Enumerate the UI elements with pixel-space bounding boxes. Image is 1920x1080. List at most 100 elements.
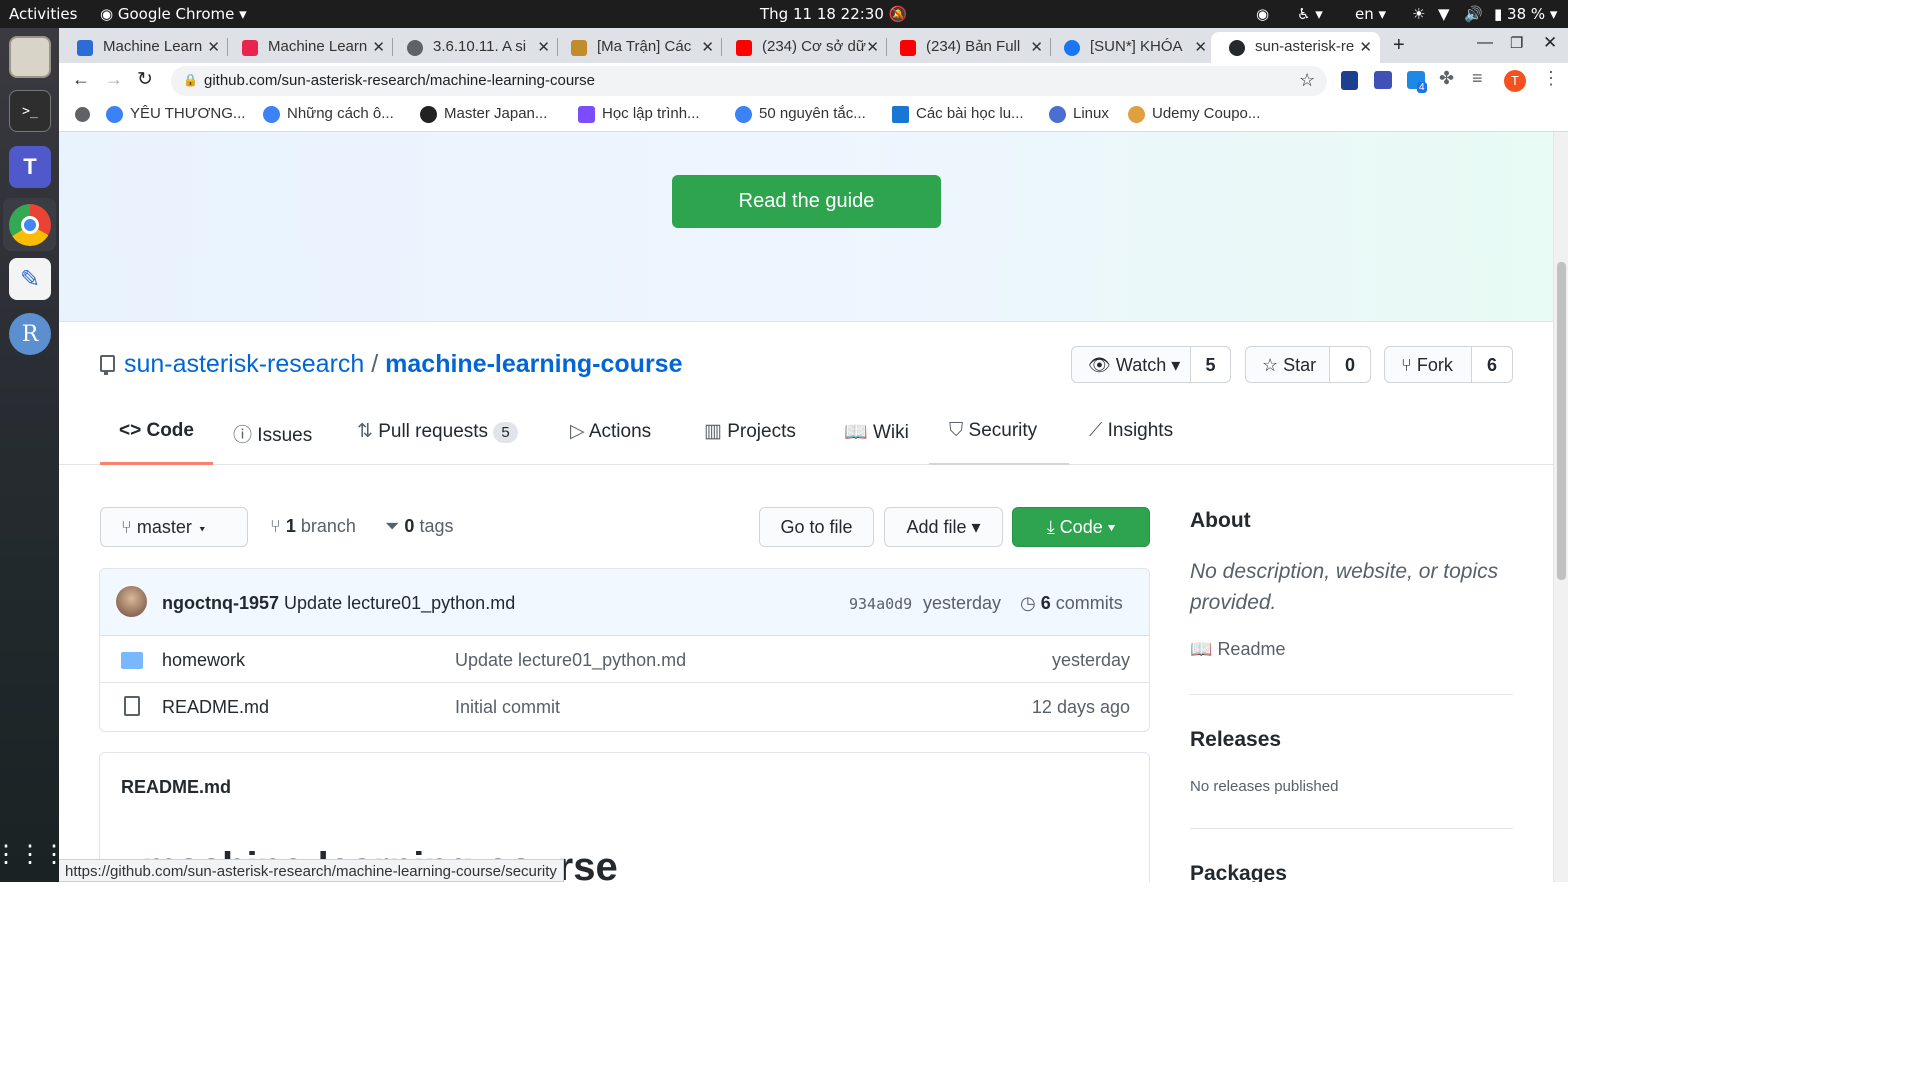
restore-icon[interactable]: ❐: [1510, 34, 1523, 52]
table-row[interactable]: README.md Initial commit 12 days ago: [100, 684, 1149, 731]
volume-icon[interactable]: 🔊: [1464, 5, 1483, 23]
commit-message[interactable]: Update lecture01_python.md: [284, 593, 515, 613]
close-tab-icon[interactable]: ✕: [372, 38, 385, 56]
browser-tab[interactable]: 3.6.10.11. A si ✕: [389, 32, 558, 63]
repo-name-link[interactable]: machine-learning-course: [385, 350, 682, 378]
tab-pull-requests[interactable]: ⇅ Pull requests 5: [357, 420, 518, 443]
commits-link[interactable]: ◷ 6 commits: [1020, 593, 1123, 614]
puzzle-icon[interactable]: ✤: [1439, 68, 1454, 89]
file-commit-message[interactable]: Update lecture01_python.md: [455, 650, 686, 671]
bookmark-item[interactable]: YÊU THƯƠNG...: [106, 105, 245, 123]
releases-heading[interactable]: Releases: [1190, 728, 1281, 752]
minimize-icon[interactable]: —: [1477, 34, 1493, 52]
close-tab-icon[interactable]: ✕: [1359, 38, 1372, 56]
branches-link[interactable]: ⑂ 1 branch: [270, 516, 356, 537]
bookmark-item[interactable]: 50 nguyên tắc...: [735, 105, 866, 123]
browser-tab-active[interactable]: sun-asterisk-re ✕: [1211, 32, 1380, 63]
tab-wiki[interactable]: 📖 Wiki: [844, 420, 909, 444]
branch-selector[interactable]: ⑂ master ▾: [100, 507, 248, 547]
tab-actions[interactable]: ▷ Actions: [570, 420, 651, 443]
fork-count[interactable]: 6: [1471, 346, 1513, 383]
extension-icon[interactable]: [1341, 71, 1358, 90]
close-tab-icon[interactable]: ✕: [1194, 38, 1207, 56]
star-count[interactable]: 0: [1329, 346, 1371, 383]
file-name-link[interactable]: homework: [162, 650, 245, 671]
back-icon[interactable]: ←: [72, 69, 90, 90]
commit-sha[interactable]: 934a0d9: [849, 595, 912, 613]
close-tab-icon[interactable]: ✕: [207, 38, 220, 56]
tab-insights[interactable]: ⟋ Insights: [1089, 420, 1173, 442]
chrome-tray-icon[interactable]: ◉: [1256, 5, 1269, 23]
repo-owner-link[interactable]: sun-asterisk-research: [124, 350, 364, 378]
packages-heading[interactable]: Packages: [1190, 862, 1287, 882]
battery-indicator[interactable]: ▮ 38 % ▾: [1494, 5, 1557, 23]
show-apps-icon[interactable]: ⋮⋮⋮: [0, 833, 66, 875]
browser-tab[interactable]: Machine Learn ✕: [224, 32, 393, 63]
new-tab-icon[interactable]: +: [1393, 34, 1405, 57]
browser-tab[interactable]: (234) Bản Full ✕: [882, 32, 1051, 63]
bookmark-item[interactable]: Udemy Coupo...: [1128, 105, 1260, 123]
tags-link[interactable]: ⏷ 0 tags: [385, 516, 453, 537]
browser-tab[interactable]: [SUN*] KHÓA ✕: [1046, 32, 1215, 63]
bookmark-favicon-icon: [578, 106, 595, 123]
bookmark-item[interactable]: Những cách ô...: [263, 105, 394, 123]
teams-icon[interactable]: T: [9, 146, 51, 188]
bookmark-star-icon[interactable]: ☆: [1299, 70, 1315, 91]
lock-icon[interactable]: 🔒: [183, 73, 198, 87]
close-tab-icon[interactable]: ✕: [537, 38, 550, 56]
tab-favicon: [407, 40, 423, 56]
text-editor-icon[interactable]: ✎: [9, 258, 51, 300]
forward-icon[interactable]: →: [105, 69, 123, 90]
watch-count[interactable]: 5: [1190, 346, 1231, 383]
extension-icon[interactable]: [1374, 71, 1392, 89]
terminal-icon[interactable]: >_: [9, 90, 51, 132]
brightness-icon[interactable]: ☀: [1412, 5, 1425, 23]
media-control-icon[interactable]: ≡: [1472, 68, 1483, 89]
browser-tab[interactable]: Machine Learn ✕: [59, 32, 228, 63]
commit-author[interactable]: ngoctnq-1957: [162, 593, 279, 613]
table-row[interactable]: homework Update lecture01_python.md yest…: [100, 637, 1149, 683]
tab-issues[interactable]: ⓘ Issues: [233, 420, 312, 447]
go-to-file-button[interactable]: Go to file: [759, 507, 874, 547]
readme-link[interactable]: 📖 Readme: [1190, 639, 1285, 660]
chrome-icon[interactable]: [9, 204, 51, 246]
language-menu[interactable]: en ▾: [1355, 5, 1386, 23]
code-download-button[interactable]: ⤓ Code ▾: [1012, 507, 1150, 547]
file-name-link[interactable]: README.md: [162, 697, 269, 718]
tab-code[interactable]: <> Code: [119, 420, 194, 442]
file-commit-message[interactable]: Initial commit: [455, 697, 560, 718]
wifi-icon[interactable]: ▼: [1438, 5, 1450, 23]
app-menu[interactable]: ◉ Google Chrome ▾: [100, 5, 247, 23]
close-tab-icon[interactable]: ✕: [866, 38, 879, 56]
close-tab-icon[interactable]: ✕: [1030, 38, 1043, 56]
close-tab-icon[interactable]: ✕: [701, 38, 714, 56]
apps-icon[interactable]: [75, 107, 90, 122]
notifications-off-icon: 🔕: [888, 5, 908, 23]
bookmark-item[interactable]: Học lập trình...: [578, 105, 700, 123]
readme-filename[interactable]: README.md: [121, 777, 231, 798]
tab-projects[interactable]: ▥ Projects: [704, 420, 796, 443]
browser-tab[interactable]: (234) Cơ sở dữ ✕: [718, 32, 887, 63]
browser-tab[interactable]: [Ma Trận] Các ✕: [553, 32, 722, 63]
add-file-button[interactable]: Add file ▾: [884, 507, 1003, 547]
bookmark-favicon-icon: [1049, 106, 1066, 123]
activities-button[interactable]: Activities: [9, 5, 77, 23]
accessibility-icon[interactable]: ♿ ▾: [1297, 5, 1323, 23]
reload-icon[interactable]: ↻: [137, 68, 153, 91]
close-window-icon[interactable]: ✕: [1543, 33, 1557, 53]
r-app-icon[interactable]: R: [9, 313, 51, 355]
scrollbar-thumb[interactable]: [1557, 262, 1566, 580]
bookmark-item[interactable]: Linux: [1049, 105, 1109, 123]
bookmark-item[interactable]: Các bài học lu...: [892, 105, 1024, 123]
clock[interactable]: Thg 11 18 22:30 🔕: [760, 5, 907, 23]
address-bar[interactable]: 🔒 github.com/sun-asterisk-research/machi…: [171, 66, 1327, 96]
tab-favicon: [571, 40, 587, 56]
files-icon[interactable]: [9, 36, 51, 78]
avatar[interactable]: [116, 586, 147, 617]
profile-avatar[interactable]: T: [1504, 70, 1526, 92]
bookmark-item[interactable]: Master Japan...: [420, 105, 547, 123]
tab-security[interactable]: ⛉ Security: [949, 420, 1037, 442]
menu-icon[interactable]: ⋮: [1542, 68, 1560, 89]
read-guide-button[interactable]: Read the guide: [672, 175, 941, 228]
page-scrollbar[interactable]: [1553, 132, 1568, 882]
